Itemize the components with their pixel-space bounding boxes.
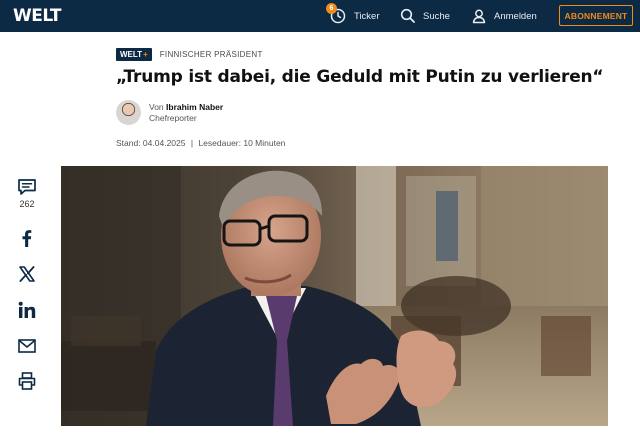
login-button[interactable]: Anmelden — [471, 0, 537, 32]
comments-button[interactable]: 262 — [14, 178, 40, 209]
author-block: Von Ibrahim Naber Chefreporter — [116, 100, 223, 125]
comment-count: 262 — [19, 199, 35, 209]
x-icon — [19, 266, 35, 282]
ticker-button[interactable]: 6 Ticker — [326, 0, 380, 32]
reading-time: Lesedauer: 10 Minuten — [198, 138, 286, 148]
author-role: Chefreporter — [149, 112, 197, 123]
search-label: Suche — [423, 10, 450, 22]
share-mail-button[interactable] — [14, 336, 40, 356]
article-kicker: WELT + FINNISCHER PRÄSIDENT — [116, 48, 263, 61]
print-button[interactable] — [14, 371, 40, 391]
welt-plus-badge: WELT + — [116, 48, 152, 61]
share-facebook-button[interactable] — [14, 228, 40, 248]
welt-plus-sign: + — [143, 50, 148, 59]
comments-icon — [18, 179, 36, 195]
linkedin-icon — [18, 301, 36, 318]
author-name[interactable]: Ibrahim Naber — [166, 102, 223, 112]
author-prefix: Von — [149, 101, 164, 112]
search-button[interactable]: Suche — [400, 0, 450, 32]
share-linkedin-button[interactable] — [14, 300, 40, 320]
ticker-label: Ticker — [354, 10, 380, 22]
publish-date: Stand: 04.04.2025 — [116, 138, 186, 148]
article-hero-image[interactable] — [61, 166, 608, 426]
author-avatar[interactable] — [116, 100, 141, 125]
ticker-count-badge: 6 — [326, 3, 337, 14]
top-navigation-bar: WELT 6 Ticker Suche Anmelden ABONNEMENT — [0, 0, 640, 32]
search-icon — [400, 8, 415, 23]
facebook-icon — [22, 230, 32, 247]
article-meta-line: Stand: 04.04.2025 | Lesedauer: 10 Minute… — [116, 138, 285, 148]
hero-photo — [61, 166, 608, 426]
login-label: Anmelden — [494, 10, 537, 22]
article-headline: „Trump ist dabei, die Geduld mit Putin z… — [116, 67, 604, 87]
subscribe-button[interactable]: ABONNEMENT — [559, 5, 633, 26]
kicker-topic[interactable]: FINNISCHER PRÄSIDENT — [160, 50, 263, 59]
welt-logo[interactable]: WELT — [13, 6, 61, 26]
welt-plus-text: WELT — [120, 50, 143, 59]
meta-separator: | — [190, 138, 194, 148]
share-x-button[interactable] — [14, 264, 40, 284]
print-icon — [18, 372, 36, 390]
user-icon — [472, 9, 486, 24]
mail-icon — [18, 339, 36, 353]
